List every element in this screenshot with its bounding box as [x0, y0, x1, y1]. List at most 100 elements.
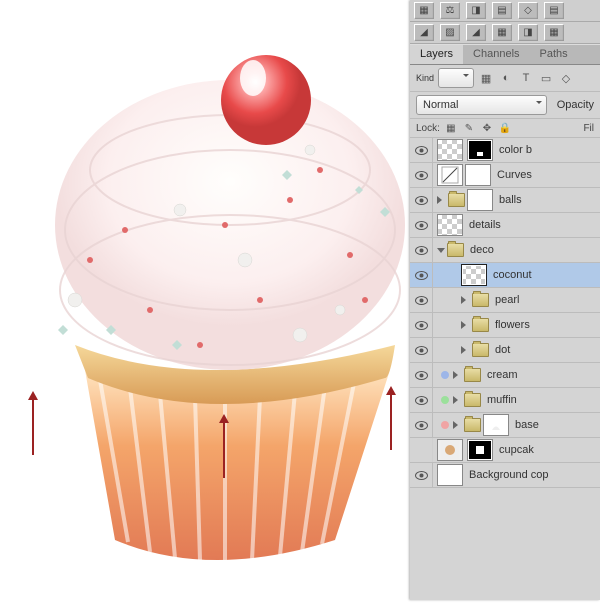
- expand-icon[interactable]: [453, 421, 462, 429]
- layer-base-group[interactable]: base: [410, 413, 600, 438]
- expand-icon[interactable]: [461, 346, 470, 354]
- lock-row: Lock: ▦ ✎ ✥ 🔒 Fil: [410, 119, 600, 138]
- folder-icon: [472, 343, 489, 357]
- layer-cupcake[interactable]: cupcak: [410, 438, 600, 463]
- layer-label: muffin: [487, 394, 517, 406]
- visibility-toggle[interactable]: [410, 463, 433, 487]
- tool-icon[interactable]: ⚖: [440, 2, 460, 19]
- tab-channels[interactable]: Channels: [463, 45, 529, 64]
- filter-smart-icon[interactable]: ◇: [558, 70, 574, 86]
- visibility-toggle[interactable]: [410, 213, 433, 237]
- toolbar-row-2: ◢ ▨ ◢ ▦ ◨ ▦: [410, 22, 600, 44]
- layer-label: Background cop: [469, 469, 549, 481]
- layer-label: cupcak: [499, 444, 534, 456]
- tab-paths[interactable]: Paths: [530, 45, 578, 64]
- expand-icon[interactable]: [437, 196, 446, 204]
- tool-icon[interactable]: ▤: [544, 2, 564, 19]
- toolbar-row-1: ▦ ⚖ ◨ ▤ ◇ ▤: [410, 0, 600, 22]
- layer-background-copy[interactable]: Background cop: [410, 463, 600, 488]
- visibility-toggle[interactable]: [410, 263, 433, 287]
- layer-coconut[interactable]: coconut: [410, 263, 600, 288]
- layer-details[interactable]: details: [410, 213, 600, 238]
- lock-all-icon[interactable]: 🔒: [498, 121, 512, 135]
- expand-icon[interactable]: [461, 321, 470, 329]
- tool-icon[interactable]: ▨: [440, 24, 460, 41]
- layer-mask: [467, 139, 493, 161]
- layer-balls[interactable]: balls: [410, 188, 600, 213]
- blend-mode-select[interactable]: Normal: [416, 95, 547, 115]
- layer-label: cream: [487, 369, 518, 381]
- folder-icon: [472, 318, 489, 332]
- visibility-toggle[interactable]: [410, 338, 433, 362]
- annotation-arrow-center: [223, 418, 225, 478]
- layer-label: balls: [499, 194, 522, 206]
- layer-pearl-group[interactable]: pearl: [410, 288, 600, 313]
- expand-icon[interactable]: [461, 296, 470, 304]
- visibility-toggle[interactable]: [410, 163, 433, 187]
- visibility-toggle[interactable]: [410, 438, 433, 462]
- layer-deco-group[interactable]: deco: [410, 238, 600, 263]
- layer-thumb: [437, 139, 463, 161]
- tool-icon[interactable]: ▤: [492, 2, 512, 19]
- layer-thumb: [461, 264, 487, 286]
- visibility-toggle[interactable]: [410, 138, 433, 162]
- visibility-toggle[interactable]: [410, 363, 433, 387]
- kind-select[interactable]: [438, 68, 474, 88]
- panel-tabs: Layers Channels Paths: [410, 44, 600, 65]
- layer-dot-group[interactable]: dot: [410, 338, 600, 363]
- folder-icon: [472, 293, 489, 307]
- layer-mask: [483, 414, 509, 436]
- layer-label: details: [469, 219, 501, 231]
- tool-icon[interactable]: ◢: [466, 24, 486, 41]
- layer-muffin-group[interactable]: muffin: [410, 388, 600, 413]
- fill-label: Fil: [583, 123, 594, 134]
- tool-icon[interactable]: ▦: [414, 2, 434, 19]
- color-label-dot: [441, 396, 449, 404]
- lock-transparency-icon[interactable]: ▦: [444, 121, 458, 135]
- tool-icon[interactable]: ▦: [544, 24, 564, 41]
- tool-icon[interactable]: ◢: [414, 24, 434, 41]
- layer-curves[interactable]: Curves: [410, 163, 600, 188]
- lock-brush-icon[interactable]: ✎: [462, 121, 476, 135]
- visibility-toggle[interactable]: [410, 313, 433, 337]
- filter-shape-icon[interactable]: ▭: [538, 70, 554, 86]
- lock-move-icon[interactable]: ✥: [480, 121, 494, 135]
- filter-adjust-icon[interactable]: ◐: [498, 70, 514, 86]
- layer-flowers-group[interactable]: flowers: [410, 313, 600, 338]
- layer-label: flowers: [495, 319, 530, 331]
- folder-icon: [464, 393, 481, 407]
- layer-mask: [467, 439, 493, 461]
- expand-icon[interactable]: [453, 396, 462, 404]
- layer-list: color b Curves balls details deco coconu…: [410, 138, 600, 488]
- tool-icon[interactable]: ◨: [518, 24, 538, 41]
- folder-icon: [447, 243, 464, 257]
- collapse-icon[interactable]: [437, 248, 445, 257]
- visibility-toggle[interactable]: [410, 188, 433, 212]
- layer-cream-group[interactable]: cream: [410, 363, 600, 388]
- layer-mask: [467, 189, 493, 211]
- visibility-toggle[interactable]: [410, 288, 433, 312]
- visibility-toggle[interactable]: [410, 238, 433, 262]
- tab-layers[interactable]: Layers: [410, 45, 463, 64]
- tool-icon[interactable]: ▦: [492, 24, 512, 41]
- tool-icon[interactable]: ◇: [518, 2, 538, 19]
- visibility-toggle[interactable]: [410, 388, 433, 412]
- layer-label: deco: [470, 244, 494, 256]
- layer-label: dot: [495, 344, 510, 356]
- kind-label: Kind: [416, 73, 434, 83]
- layers-panel: ▦ ⚖ ◨ ▤ ◇ ▤ ◢ ▨ ◢ ▦ ◨ ▦ Layers Channels Paths Kind…: [410, 0, 600, 600]
- layer-color-balance[interactable]: color b: [410, 138, 600, 163]
- lock-label: Lock:: [416, 123, 440, 134]
- expand-icon[interactable]: [453, 371, 462, 379]
- layer-label: coconut: [493, 269, 532, 281]
- layer-label: base: [515, 419, 539, 431]
- tool-icon[interactable]: ◨: [466, 2, 486, 19]
- annotation-arrow-right: [390, 390, 392, 450]
- filter-pixel-icon[interactable]: ▦: [478, 70, 494, 86]
- layer-label: Curves: [497, 169, 532, 181]
- visibility-toggle[interactable]: [410, 413, 433, 437]
- color-label-dot: [441, 371, 449, 379]
- filter-type-icon[interactable]: T: [518, 70, 534, 86]
- folder-icon: [448, 193, 465, 207]
- layer-thumb: [437, 214, 463, 236]
